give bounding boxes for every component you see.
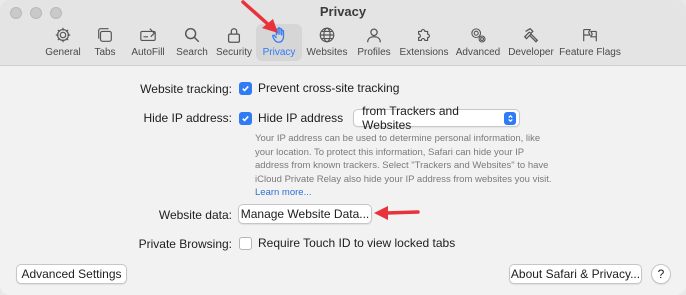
hide-ip-option-label[interactable]: Hide IP address <box>258 111 343 125</box>
hide-ip-checkbox[interactable] <box>239 111 252 125</box>
website-data-label: Website data: <box>158 208 232 222</box>
tab-label: Advanced <box>455 47 501 58</box>
hide-ip-description: Your IP address can be used to determine… <box>255 132 555 200</box>
website-tracking-label: Website tracking: <box>140 82 232 96</box>
tab-developer[interactable]: Developer <box>504 24 558 61</box>
website-tracking-option[interactable]: Prevent cross-site tracking <box>239 81 399 95</box>
annotation-arrow-manage-data <box>374 206 420 220</box>
toolbar: Privacy General Tabs AutoFill Search Sec… <box>0 0 686 66</box>
tab-general[interactable]: General <box>40 24 86 61</box>
website-tracking-checkbox[interactable] <box>239 81 252 95</box>
tab-feature-flags[interactable]: Feature Flags <box>558 24 622 61</box>
globe-icon <box>319 27 335 43</box>
tab-advanced[interactable]: Advanced <box>452 24 504 61</box>
chevron-updown-icon <box>503 111 517 125</box>
person-icon <box>367 28 381 43</box>
window-title: Privacy <box>319 4 367 19</box>
private-browsing-option-label: Require Touch ID to view locked tabs <box>258 236 456 250</box>
gears-icon <box>471 28 486 43</box>
website-tracking-option-label: Prevent cross-site tracking <box>258 81 400 95</box>
manage-website-data-button[interactable]: Manage Website Data... <box>238 204 372 224</box>
tab-label: Feature Flags <box>559 47 621 58</box>
hammer-icon <box>523 27 539 43</box>
tab-label: Developer <box>508 47 554 58</box>
tab-autofill[interactable]: AutoFill <box>124 24 172 61</box>
advanced-settings-button[interactable]: Advanced Settings <box>16 264 127 284</box>
tab-privacy[interactable]: Privacy <box>256 24 302 61</box>
preferences-window: Privacy General Tabs AutoFill Search Sec… <box>0 0 686 295</box>
tab-websites[interactable]: Websites <box>302 24 352 61</box>
tab-label: Tabs <box>94 47 116 58</box>
private-browsing-label: Private Browsing: <box>138 237 232 251</box>
tab-search[interactable]: Search <box>172 24 212 61</box>
puzzle-icon <box>418 29 430 41</box>
tab-profiles[interactable]: Profiles <box>352 24 396 61</box>
help-button[interactable]: ? <box>651 264 671 284</box>
search-icon <box>184 27 200 43</box>
hide-ip-option: Hide IP address from Trackers and Websit… <box>239 104 521 132</box>
tab-label: Privacy <box>262 47 296 58</box>
tab-tabs[interactable]: Tabs <box>86 24 124 61</box>
hide-ip-label: Hide IP address: <box>143 111 233 125</box>
tab-label: AutoFill <box>131 47 165 58</box>
preference-tabs: General Tabs AutoFill Search Security Pr… <box>40 24 622 62</box>
tab-label: Websites <box>306 47 348 58</box>
tab-label: Security <box>215 47 253 58</box>
tab-label: General <box>45 47 81 58</box>
gear-icon <box>55 27 71 43</box>
hand-icon <box>272 27 285 43</box>
tab-label: Extensions <box>399 47 449 58</box>
tab-label: Profiles <box>357 47 391 58</box>
private-browsing-checkbox[interactable] <box>239 236 252 250</box>
tabs-icon <box>98 28 112 42</box>
tab-security[interactable]: Security <box>212 24 256 61</box>
learn-more-link[interactable]: Learn more... <box>255 187 312 198</box>
flags-icon <box>583 29 597 42</box>
about-safari-privacy-button[interactable]: About Safari & Privacy... <box>509 264 642 284</box>
tab-extensions[interactable]: Extensions <box>396 24 452 61</box>
hide-ip-select[interactable]: from Trackers and Websites <box>353 104 521 132</box>
hide-ip-select-value: from Trackers and Websites <box>362 104 459 132</box>
lock-icon <box>227 28 241 43</box>
private-browsing-option[interactable]: Require Touch ID to view locked tabs <box>239 236 455 250</box>
autofill-icon <box>140 28 156 41</box>
hide-ip-description-text: Your IP address can be used to determine… <box>255 133 552 185</box>
tab-label: Search <box>176 47 208 58</box>
